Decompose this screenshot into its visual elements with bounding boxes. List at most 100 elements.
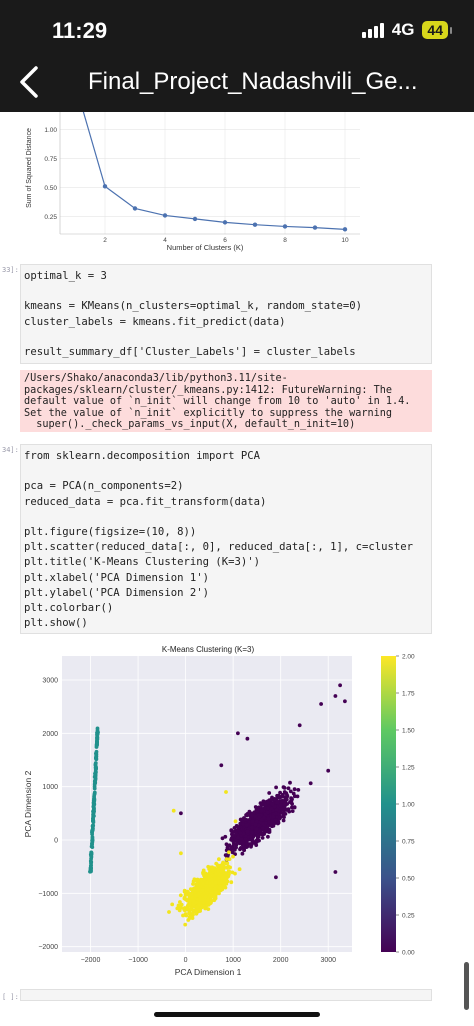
- elbow-point: [132, 206, 138, 211]
- cluster-0-point: [187, 909, 192, 913]
- app-header: 11:29 4G 44 Final_Project_Nadashvili_Ge.…: [0, 0, 474, 112]
- cluster-1-point: [250, 819, 255, 824]
- elbow-point: [282, 224, 288, 229]
- cluster-1-point: [269, 806, 274, 811]
- cluster-1-point: [250, 825, 254, 830]
- cluster-2-point: [93, 779, 97, 783]
- elbow-point: [222, 220, 228, 225]
- cluster-0-point: [206, 864, 211, 869]
- cluster-1-point: [234, 831, 239, 836]
- cluster-0-point: [195, 888, 200, 893]
- cluster-0-point: [225, 861, 230, 865]
- cluster-2-point: [91, 820, 96, 825]
- status-indicators: 4G 44: [361, 20, 452, 40]
- empty-code-cell[interactable]: [20, 989, 432, 1001]
- cluster-0-point: [222, 879, 227, 884]
- cluster-1-point: [343, 699, 347, 704]
- scatter-ytick-label: 3000: [42, 678, 58, 685]
- cluster-1-point: [253, 814, 258, 819]
- colorbar-tick-label: 1.75: [402, 691, 415, 698]
- cluster-1-point: [245, 841, 250, 846]
- cluster-0-point: [182, 890, 187, 894]
- elbow-xtick-label: 10: [341, 237, 349, 244]
- cluster-1-point: [338, 683, 342, 688]
- scatter-ytick-label: 2000: [42, 731, 58, 738]
- back-arrow-icon[interactable]: [16, 64, 46, 100]
- cluster-0-point: [217, 857, 221, 862]
- cluster-1-point: [265, 810, 270, 815]
- cluster-1-point: [271, 814, 276, 819]
- cluster-1-point: [286, 786, 291, 791]
- cluster-1-point: [244, 813, 249, 817]
- notebook-title: Final_Project_Nadashvili_Ge...: [88, 68, 418, 95]
- cluster-0-point: [216, 863, 221, 868]
- cluster-0-point: [170, 902, 175, 907]
- cluster-0-point: [203, 906, 208, 911]
- cluster-1-point: [267, 791, 272, 795]
- cluster-2-point: [95, 740, 99, 745]
- cluster-2-point: [95, 731, 100, 736]
- cluster-1-point: [259, 832, 264, 836]
- code-cell-34[interactable]: from sklearn.decomposition import PCA pc…: [20, 444, 432, 634]
- cluster-1-point: [179, 811, 183, 816]
- cluster-1-point: [223, 834, 228, 839]
- cell-prompt: 34]:: [2, 446, 19, 454]
- cluster-0-point: [191, 882, 195, 886]
- cluster-0-point: [195, 878, 199, 883]
- cluster-0-point: [229, 880, 234, 885]
- cluster-0-point: [227, 857, 232, 861]
- cluster-2-point: [94, 749, 99, 754]
- colorbar-tick-label: 1.25: [402, 765, 415, 772]
- cluster-1-point: [274, 875, 278, 880]
- cluster-1-point: [243, 837, 248, 841]
- cluster-1-point: [229, 836, 234, 841]
- cluster-2-point: [94, 765, 98, 769]
- cluster-1-point: [237, 825, 241, 829]
- cluster-0-point: [183, 922, 188, 927]
- cluster-1-point: [290, 809, 295, 813]
- scatter-xtick-label: 2000: [273, 957, 289, 964]
- scatter-title: K-Means Clustering (K=3): [162, 645, 255, 654]
- cluster-2-point: [93, 771, 98, 776]
- home-indicator: [154, 1012, 320, 1017]
- cluster-0-point: [194, 893, 199, 898]
- warning-output: /Users/Shako/anaconda3/lib/python3.11/si…: [20, 370, 432, 432]
- cluster-0-point: [182, 908, 187, 913]
- elbow-xtick-label: 2: [103, 237, 107, 244]
- cluster-1-point: [284, 797, 289, 802]
- cluster-1-point: [274, 785, 278, 790]
- cluster-0-point: [220, 887, 225, 892]
- elbow-xlabel: Number of Clusters (K): [167, 243, 244, 252]
- cluster-0-point: [206, 888, 210, 892]
- cluster-2-point: [94, 755, 98, 760]
- cluster-1-point: [319, 702, 323, 706]
- cluster-0-point: [231, 854, 235, 859]
- colorbar-tick-label: 0.75: [402, 839, 415, 846]
- cluster-0-point: [190, 911, 195, 916]
- elbow-ytick-label: 0.25: [44, 214, 57, 221]
- signal-icon: [361, 22, 384, 38]
- cluster-2-point: [89, 860, 94, 864]
- cluster-0-point: [212, 894, 216, 899]
- cluster-2-point: [91, 817, 95, 821]
- elbow-point: [252, 222, 258, 227]
- cluster-2-point: [93, 774, 98, 779]
- scrollbar[interactable]: [464, 962, 469, 1010]
- cluster-0-point: [194, 911, 199, 916]
- colorbar-tick-label: 0.50: [402, 876, 415, 883]
- cluster-1-point: [254, 827, 259, 832]
- elbow-ylabel: Sum of Squared Distance: [26, 128, 33, 208]
- cluster-1-point: [260, 836, 265, 840]
- elbow-xtick-label: 8: [283, 237, 287, 244]
- elbow-point: [102, 184, 108, 189]
- cluster-1-point: [285, 793, 289, 797]
- scatter-ytick-label: −2000: [38, 944, 58, 951]
- cluster-0-point: [216, 869, 220, 874]
- cluster-0-point: [171, 808, 176, 813]
- code-cell-33[interactable]: optimal_k = 3 kmeans = KMeans(n_clusters…: [20, 264, 432, 364]
- cluster-2-point: [90, 837, 95, 842]
- cluster-1-point: [278, 803, 283, 808]
- scatter-ytick-label: −1000: [38, 891, 58, 898]
- cluster-1-point: [240, 851, 245, 856]
- cluster-0-point: [209, 891, 214, 895]
